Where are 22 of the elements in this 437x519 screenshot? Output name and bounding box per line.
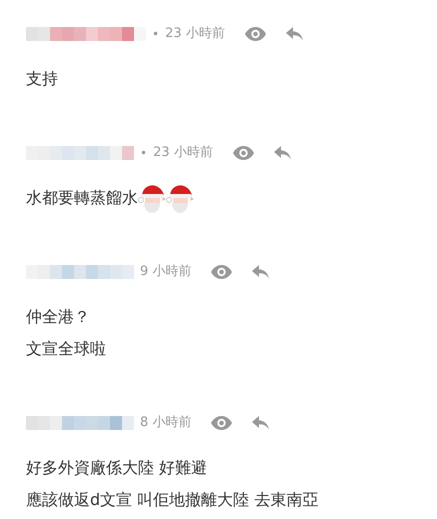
comment-text: 水都要轉蒸餾水 [26,188,138,207]
reply-icon[interactable] [274,146,291,160]
eye-icon[interactable] [232,146,254,160]
eye-icon[interactable] [244,27,266,41]
reply-icon[interactable] [286,27,303,41]
comment-text: 應該做返d文宣 叫佢地撤離大陸 去東南亞 [26,490,318,509]
eye-icon[interactable] [211,265,232,279]
reply-icon[interactable] [252,416,270,430]
reply-icon[interactable] [252,265,270,279]
timestamp: 9 小時前 [140,263,192,282]
timestamp: 23 小時前 [153,144,213,162]
separator-dot: • [152,26,160,43]
comment-text: 文宣全球啦 [26,339,106,358]
separator-dot: • [140,145,148,162]
eye-icon[interactable] [211,416,232,430]
timestamp: 23 小時前 [165,25,225,44]
santa-sticker-icon [138,184,166,214]
comment-text: 支持 [26,69,58,88]
comment-text: 好多外資廠係大陸 好難避 [26,458,208,477]
santa-sticker-icon [166,184,194,214]
comment-text: 仲全港？ [26,307,90,326]
timestamp: 8 小時前 [140,414,192,432]
